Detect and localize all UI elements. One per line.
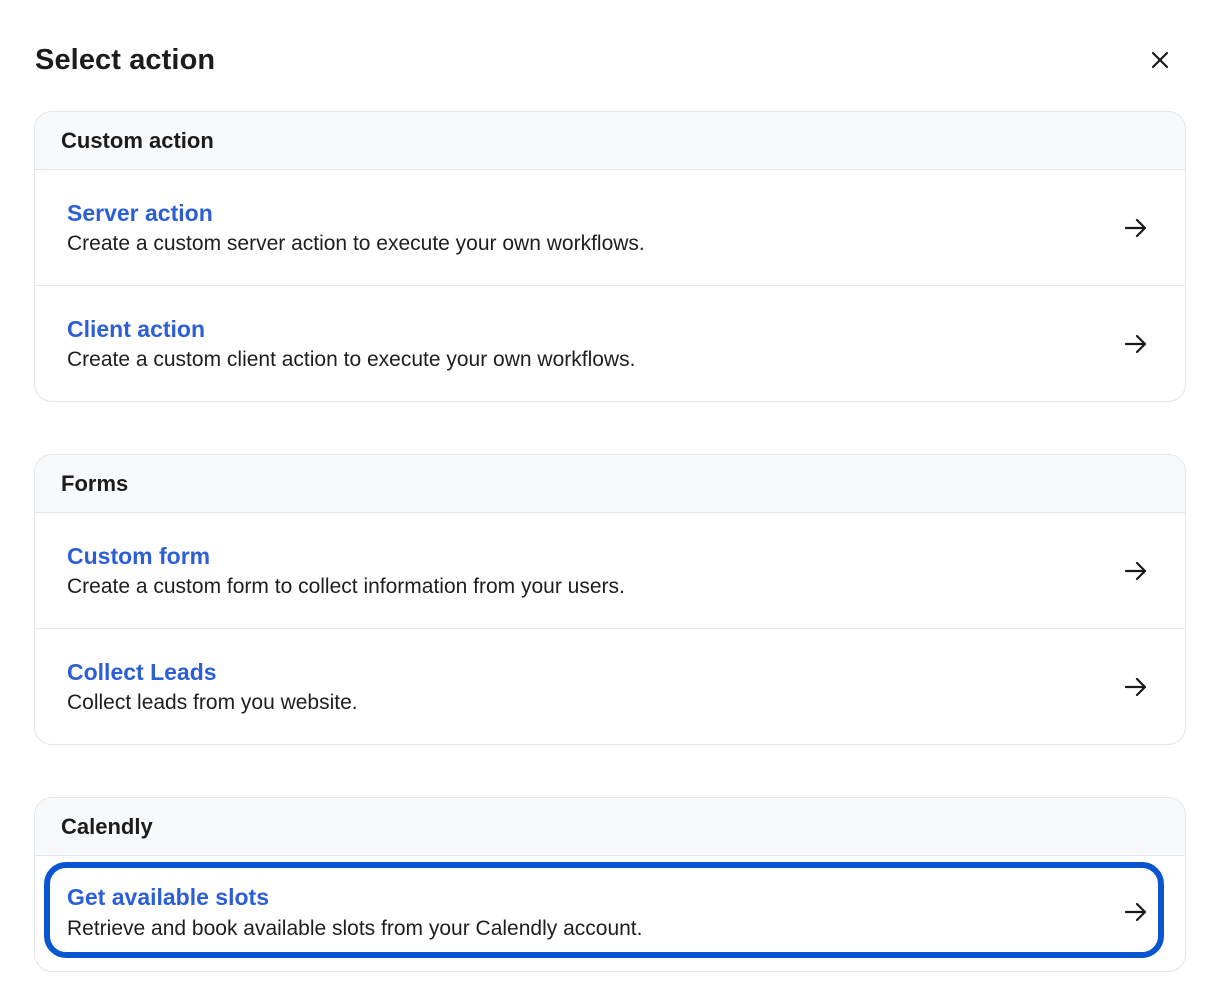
close-icon xyxy=(1151,51,1169,69)
action-title: Server action xyxy=(67,200,213,226)
action-title: Collect Leads xyxy=(67,659,217,685)
section-calendly: Calendly Get available slots Retrieve an… xyxy=(34,797,1186,972)
action-title: Client action xyxy=(67,316,206,342)
arrow-right-icon xyxy=(1124,334,1147,354)
action-custom-form[interactable]: Custom form Create a custom form to coll… xyxy=(35,513,1185,629)
arrow-right-icon xyxy=(1124,677,1147,697)
section-custom-action: Custom action Server action Create a cus… xyxy=(34,111,1186,402)
action-get-available-slots[interactable]: Get available slots Retrieve and book av… xyxy=(35,856,1185,971)
close-button[interactable] xyxy=(1144,44,1176,76)
selection-highlight xyxy=(44,862,1164,958)
dialog-title: Select action xyxy=(35,44,216,76)
section-header: Custom action xyxy=(35,112,1185,170)
action-client-action[interactable]: Client action Create a custom client act… xyxy=(35,286,1185,401)
section-forms: Forms Custom form Create a custom form t… xyxy=(34,454,1186,745)
action-collect-leads[interactable]: Collect Leads Collect leads from you web… xyxy=(35,629,1185,744)
action-title: Custom form xyxy=(67,543,211,569)
action-server-action[interactable]: Server action Create a custom server act… xyxy=(35,170,1185,286)
action-description: Create a custom server action to execute… xyxy=(67,232,645,255)
action-description: Retrieve and book available slots from y… xyxy=(67,917,643,940)
arrow-right-icon xyxy=(1124,902,1147,922)
action-description: Collect leads from you website. xyxy=(67,691,358,714)
action-description: Create a custom client action to execute… xyxy=(67,348,636,371)
section-header: Forms xyxy=(35,455,1185,513)
dialog-header: Select action xyxy=(34,40,1190,80)
action-description: Create a custom form to collect informat… xyxy=(67,575,625,598)
arrow-right-icon xyxy=(1124,218,1147,238)
section-header: Calendly xyxy=(35,798,1185,856)
action-title: Get available slots xyxy=(67,884,269,910)
arrow-right-icon xyxy=(1124,561,1147,581)
